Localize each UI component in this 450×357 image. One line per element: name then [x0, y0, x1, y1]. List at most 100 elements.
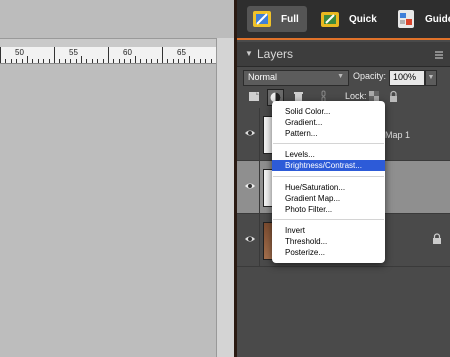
ruler-tick: [146, 59, 147, 63]
ruler-tick: [49, 59, 50, 63]
ruler-tick: [59, 59, 60, 63]
full-mode-button[interactable]: Full: [247, 6, 307, 32]
guided-mode-label: Guide: [425, 13, 450, 25]
ruler-tick: [184, 59, 185, 63]
ruler-tick: [92, 59, 93, 63]
menu-item-pattern[interactable]: Pattern...: [272, 128, 385, 139]
ruler-tick: [43, 59, 44, 63]
ruler-tick: [119, 59, 120, 63]
ruler-tick: [22, 59, 23, 63]
ruler-tick: [11, 59, 12, 63]
menu-item-gradient-map[interactable]: Gradient Map...: [272, 193, 385, 204]
ruler-tick: [32, 59, 33, 63]
menu-item-label: Photo Filter...: [285, 205, 333, 214]
menu-item-label: Invert: [285, 226, 306, 235]
menu-item-threshold[interactable]: Threshold...: [272, 236, 385, 247]
collapse-triangle-icon[interactable]: ▼: [245, 49, 253, 58]
blend-mode-value: Normal: [248, 72, 278, 82]
menu-separator: [273, 143, 384, 144]
full-edit-icon: [251, 8, 273, 30]
eye-icon[interactable]: [244, 181, 256, 191]
blend-mode-select[interactable]: Normal ▼: [243, 70, 349, 86]
ruler-label-50: 50: [15, 48, 24, 57]
guided-edit-icon: [395, 8, 417, 30]
document-canvas-area: 50 55 60 65: [0, 0, 235, 357]
menu-item-label: Gradient Map...: [285, 194, 341, 203]
quick-mode-button[interactable]: Quick: [319, 6, 377, 32]
ruler-tick: [16, 59, 17, 63]
menu-item-levels[interactable]: Levels...: [272, 149, 385, 160]
layers-panel-title: Layers: [257, 47, 294, 61]
ruler-tick: [135, 56, 136, 63]
ruler-tick: [167, 59, 168, 63]
ruler-tick: [157, 59, 158, 63]
ruler-tick: [54, 47, 55, 63]
lock-label: Lock:: [345, 91, 367, 101]
menu-item-solid-color[interactable]: Solid Color...: [272, 106, 385, 117]
ruler-tick: [38, 59, 39, 63]
ruler-tick: [108, 47, 109, 63]
menu-item-posterize[interactable]: Posterize...: [272, 247, 385, 258]
menu-item-brightness-contrast[interactable]: Brightness/Contrast...: [272, 160, 385, 171]
eye-icon[interactable]: [244, 234, 256, 244]
ruler-label-55: 55: [69, 48, 78, 57]
menu-separator: [273, 219, 384, 220]
eye-icon[interactable]: [244, 128, 256, 138]
menu-item-gradient[interactable]: Gradient...: [272, 117, 385, 128]
menu-item-label: Hue/Saturation...: [285, 183, 346, 192]
full-mode-label: Full: [281, 13, 299, 25]
ruler-tick: [189, 56, 190, 63]
ruler-label-60: 60: [123, 48, 132, 57]
menu-item-invert[interactable]: Invert: [272, 225, 385, 236]
ruler-label-65: 65: [177, 48, 186, 57]
guided-mode-button[interactable]: Guide: [395, 6, 450, 32]
lock-icon: [432, 233, 442, 245]
ruler-tick: [200, 59, 201, 63]
opacity-label: Opacity:: [353, 71, 387, 81]
lock-all-icon[interactable]: [387, 90, 400, 103]
ruler-tick: [205, 59, 206, 63]
ruler-tick: [124, 59, 125, 63]
ruler-tick: [5, 59, 6, 63]
menu-item-label: Levels...: [285, 150, 315, 159]
quick-edit-icon: [319, 8, 341, 30]
ruler-tick: [86, 59, 87, 63]
opacity-dropdown-arrow-icon[interactable]: ▼: [425, 70, 437, 86]
new-layer-icon[interactable]: [248, 90, 261, 103]
opacity-input[interactable]: 100%: [389, 70, 425, 86]
ruler-tick: [178, 59, 179, 63]
ruler-tick: [103, 59, 104, 63]
menu-item-photo-filter[interactable]: Photo Filter...: [272, 204, 385, 215]
vertical-scrollbar[interactable]: [216, 38, 235, 357]
opacity-value: 100%: [393, 72, 417, 82]
ruler-tick: [76, 59, 77, 63]
panel-menu-icon[interactable]: [434, 49, 444, 59]
menu-separator: [273, 176, 384, 177]
ruler-tick: [113, 59, 114, 63]
menu-item-label: Threshold...: [285, 237, 328, 246]
quick-mode-label: Quick: [349, 13, 377, 25]
ruler-tick: [27, 56, 28, 63]
ruler-tick: [65, 59, 66, 63]
ruler-tick: [130, 59, 131, 63]
menu-item-label: Solid Color...: [285, 107, 331, 116]
menu-item-hue-saturation[interactable]: Hue/Saturation...: [272, 182, 385, 193]
document-canvas[interactable]: [0, 64, 216, 357]
ruler-tick: [151, 59, 152, 63]
menu-item-label: Brightness/Contrast...: [285, 161, 362, 170]
ruler-tick: [162, 47, 163, 63]
ruler-tick: [81, 56, 82, 63]
horizontal-ruler: 50 55 60 65: [0, 47, 216, 64]
mode-bar: Full Quick Guide: [237, 0, 450, 40]
ruler-tick: [173, 59, 174, 63]
ruler-tick: [140, 59, 141, 63]
ruler-tick: [70, 59, 71, 63]
dropdown-arrow-icon: ▼: [337, 73, 344, 80]
layers-panel-header[interactable]: ▼ Layers: [237, 42, 450, 67]
ruler-tick: [97, 59, 98, 63]
menu-item-label: Posterize...: [285, 248, 326, 257]
menu-item-label: Gradient...: [285, 118, 323, 127]
ruler-tick: [194, 59, 195, 63]
layer-name: Map 1: [385, 130, 411, 140]
adjustment-layer-menu: Solid Color... Gradient... Pattern... Le…: [272, 101, 385, 263]
